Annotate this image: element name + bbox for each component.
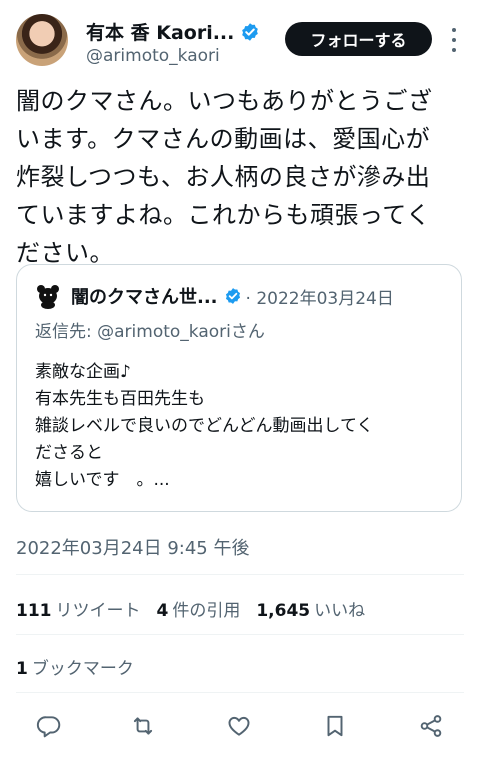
quoted-tweet-date: · 2022年03月24日	[245, 288, 394, 309]
likes-count: 1,645	[256, 601, 311, 621]
bear-avatar-icon	[37, 285, 59, 309]
tweet-header: 有本 香 Kaori... @arimoto_kaori フォローする	[0, 0, 480, 80]
quoted-text-line: 嬉しいです 。...	[35, 470, 170, 490]
follow-button[interactable]: フォローする	[285, 22, 432, 56]
more-options-icon[interactable]	[446, 28, 462, 52]
verified-badge-icon	[242, 22, 259, 41]
action-bar	[0, 708, 480, 744]
engagement-stats: 111 リツイート 4 件の引用 1,645 いいね	[16, 596, 381, 621]
quotes-label: 件の引用	[172, 601, 241, 621]
author-name[interactable]: 有本 香 Kaori...	[86, 18, 234, 45]
quoted-text-line: ださると	[35, 443, 103, 463]
quoted-tweet-header: 闇のクマさん世... · 2022年03月24日	[35, 283, 394, 309]
bookmarks-label: ブックマーク	[31, 659, 134, 679]
divider	[16, 574, 464, 575]
likes-label: いいね	[314, 601, 366, 621]
quoted-author-name[interactable]: 闇のクマさん世...	[71, 283, 218, 309]
retweets-label: リツイート	[55, 601, 141, 621]
bookmark-icon[interactable]	[321, 712, 349, 740]
quoted-tweet-text: 素敵な企画♪ 有本先生も百田先生も 雑談レベルで良いのでどんどん動画出してく だ…	[35, 359, 455, 494]
author-handle[interactable]: @arimoto_kaori	[86, 46, 220, 66]
retweets-stat[interactable]: 111 リツイート	[16, 596, 141, 621]
tweet-timestamp[interactable]: 2022年03月24日 9:45 午後	[16, 534, 249, 560]
divider	[16, 634, 464, 635]
avatar[interactable]	[16, 14, 68, 66]
tweet-text-line: 闇のクマさん。いつもありがとうござ	[16, 87, 433, 115]
divider	[16, 692, 464, 693]
retweet-icon[interactable]	[129, 712, 157, 740]
tweet-text-line: ていますよね。これからも頑張ってく	[16, 201, 431, 229]
tweet-text: 闇のクマさん。いつもありがとうござ います。クマさんの動画は、愛国心が 炸裂しつ…	[16, 82, 466, 272]
quoted-reply-to: 返信先: @arimoto_kaoriさん	[35, 322, 265, 342]
quotes-count: 4	[156, 601, 169, 621]
bookmarks-stat[interactable]: 1 ブックマーク	[16, 654, 134, 679]
quotes-stat[interactable]: 4 件の引用	[157, 596, 241, 621]
quoted-text-line: 素敵な企画♪	[35, 362, 131, 382]
quoted-text-line: 雑談レベルで良いのでどんどん動画出してく	[35, 416, 374, 436]
quoted-tweet[interactable]: 闇のクマさん世... · 2022年03月24日 返信先: @arimoto_k…	[16, 264, 462, 512]
retweets-count: 111	[16, 601, 52, 621]
share-icon[interactable]	[417, 712, 445, 740]
quoted-text-line: 有本先生も百田先生も	[35, 389, 205, 409]
reply-icon[interactable]	[35, 712, 63, 740]
bookmarks-count: 1	[16, 659, 28, 679]
tweet-text-line: 炸裂しつつも、お人柄の良さが滲み出	[16, 163, 431, 191]
verified-badge-icon	[225, 288, 240, 304]
tweet-text-line: います。クマさんの動画は、愛国心が	[16, 125, 431, 153]
like-icon[interactable]	[225, 712, 253, 740]
author-name-row[interactable]: 有本 香 Kaori...	[86, 18, 260, 45]
likes-stat[interactable]: 1,645 いいね	[256, 596, 365, 621]
